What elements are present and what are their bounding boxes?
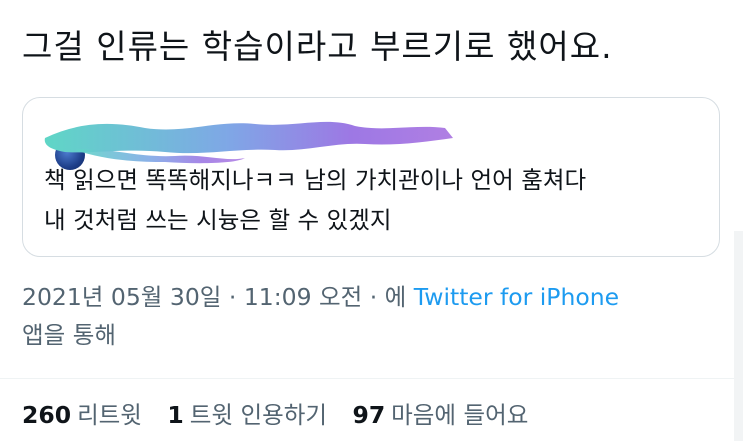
quoted-tweet-card[interactable]: 책 읽으면 똑똑해지나ㅋㅋ 남의 가치관이나 언어 훔쳐다 내 것처럼 쓰는 시… bbox=[22, 97, 720, 257]
quoted-tweet-line-2: 내 것처럼 쓰는 시늉은 할 수 있겠지 bbox=[44, 206, 392, 234]
tweet-timestamp-line: 2021년 05월 30일 · 11:09 오전 · 에 Twitter for… bbox=[22, 280, 619, 314]
quote-tweets-label: 트윗 인용하기 bbox=[189, 401, 327, 429]
tweet-source-link[interactable]: Twitter for iPhone bbox=[414, 283, 619, 311]
retweets-stat[interactable]: 260 리트윗 bbox=[22, 398, 142, 432]
quote-tweets-stat[interactable]: 1 트윗 인용하기 bbox=[167, 398, 327, 432]
tweet-text: 그걸 인류는 학습이라고 부르기로 했어요. bbox=[22, 27, 613, 66]
quoted-tweet-line-1: 책 읽으면 똑똑해지나ㅋㅋ 남의 가치관이나 언어 훔쳐다 bbox=[44, 166, 587, 194]
retweets-count: 260 bbox=[22, 401, 72, 429]
engagement-stats: 260 리트윗 1 트윗 인용하기 97 마음에 들어요 bbox=[22, 398, 546, 432]
tweet-timestamp[interactable]: 2021년 05월 30일 · 11:09 오전 · 에 bbox=[22, 283, 414, 311]
quoted-tweet-body: 책 읽으면 똑똑해지나ㅋㅋ 남의 가치관이나 언어 훔쳐다 내 것처럼 쓰는 시… bbox=[44, 160, 586, 240]
likes-label: 마음에 들어요 bbox=[391, 401, 529, 429]
edge-scrollbar[interactable] bbox=[734, 231, 743, 441]
divider bbox=[0, 378, 743, 379]
likes-count: 97 bbox=[352, 401, 386, 429]
retweets-label: 리트윗 bbox=[77, 401, 142, 429]
tweet-source-suffix: 앱을 통해 bbox=[22, 321, 116, 349]
likes-stat[interactable]: 97 마음에 들어요 bbox=[352, 398, 528, 432]
redacted-username-scribble bbox=[44, 121, 453, 164]
quote-tweets-count: 1 bbox=[167, 401, 184, 429]
